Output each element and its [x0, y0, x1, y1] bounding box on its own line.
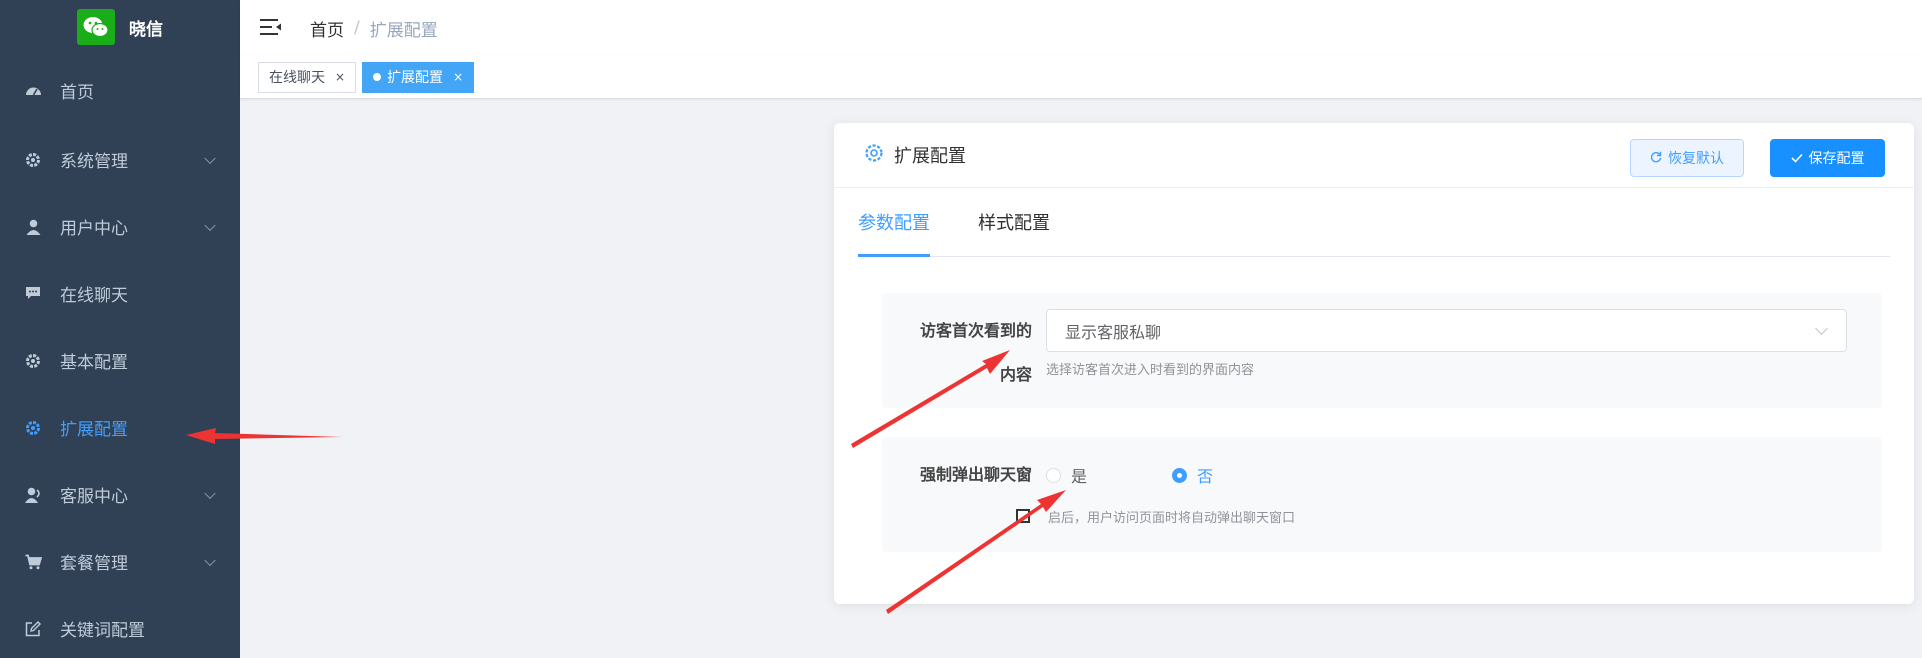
tab-params[interactable]: 参数配置	[858, 191, 930, 257]
hamburger-icon[interactable]	[260, 18, 284, 38]
sidebar-item-extended-config[interactable]: 扩展配置	[0, 394, 240, 461]
gear-icon	[24, 151, 42, 169]
save-config-button[interactable]: 保存配置	[1770, 139, 1885, 177]
reset-default-button[interactable]: 恢复默认	[1630, 139, 1744, 177]
sidebar-item-label: 关键词配置	[60, 621, 145, 641]
wechat-icon	[77, 9, 115, 45]
sidebar-item-system[interactable]: 系统管理	[0, 126, 240, 193]
first-view-panel: 访客首次看到的 内容 显示客服私聊 选择访客首次进入时看到的界面内容	[882, 293, 1882, 408]
first-view-hint: 选择访客首次进入时看到的界面内容	[1046, 363, 1255, 378]
chevron-down-icon	[204, 554, 216, 566]
radio-circle[interactable]	[1046, 467, 1061, 483]
save-config-label: 保存配置	[1808, 150, 1865, 166]
force-popup-hint: 启后，用户访问页面时将自动弹出聊天窗口	[1048, 511, 1296, 526]
card-header: 扩展配置 恢复默认 保存配置	[834, 123, 1914, 188]
sidebar-item-packages[interactable]: 套餐管理	[0, 528, 240, 595]
sidebar-item-label: 基本配置	[60, 353, 128, 373]
close-icon[interactable]: ×	[453, 70, 463, 84]
tags-view: 在线聊天 × 扩展配置 ×	[240, 56, 1922, 99]
breadcrumb-current: 扩展配置	[369, 20, 438, 41]
sidebar-item-users[interactable]: 用户中心	[0, 193, 240, 260]
tab-label: 参数配置	[858, 213, 930, 234]
chevron-down-icon	[204, 152, 216, 164]
sidebar-item-label: 系统管理	[60, 152, 128, 172]
sidebar-item-label: 用户中心	[60, 219, 128, 239]
first-view-select[interactable]: 显示客服私聊	[1046, 309, 1847, 352]
sidebar: 晓信 首页 系统管理 用户中心 在线聊天 基本配置 扩展配置 客服中心 套餐管理…	[0, 0, 240, 658]
sidebar-item-label: 扩展配置	[60, 420, 128, 440]
breadcrumb-separator: /	[354, 18, 360, 38]
sidebar-item-keywords[interactable]: 关键词配置	[0, 595, 240, 658]
tab-label: 样式配置	[978, 213, 1050, 234]
reset-default-label: 恢复默认	[1668, 150, 1724, 166]
gear-outline-icon	[864, 143, 884, 167]
tag-extended-config[interactable]: 扩展配置 ×	[362, 61, 475, 93]
sidebar-item-label: 套餐管理	[60, 554, 128, 574]
gear-icon	[24, 352, 42, 370]
top-navbar: 首页 / 扩展配置	[240, 0, 1922, 56]
sidebar-item-service-center[interactable]: 客服中心	[0, 461, 240, 528]
app-name: 晓信	[129, 19, 163, 40]
force-popup-radio-no[interactable]: 否	[1172, 463, 1213, 487]
refresh-icon	[1650, 150, 1662, 166]
chevron-down-icon	[1815, 322, 1828, 335]
radio-circle[interactable]	[1172, 467, 1187, 483]
radio-label: 是	[1071, 467, 1088, 486]
tag-label: 在线聊天	[269, 70, 325, 86]
app-logo[interactable]: 晓信	[0, 0, 240, 54]
force-popup-panel: 强制弹出聊天窗 是 否 启后，用户访问页面时将自动弹出聊天窗口	[882, 437, 1882, 552]
tag-online-chat[interactable]: 在线聊天 ×	[258, 61, 357, 93]
sidebar-item-label: 客服中心	[60, 487, 128, 507]
sidebar-item-chat[interactable]: 在线聊天	[0, 260, 240, 327]
card-title: 扩展配置	[894, 146, 966, 167]
overlay-square	[1016, 509, 1030, 523]
active-dot-icon	[373, 73, 382, 81]
tab-styles[interactable]: 样式配置	[978, 191, 1050, 257]
config-card: 扩展配置 恢复默认 保存配置 参数配置 样式配置 访客首次看到的 内容 显示客服…	[834, 123, 1914, 604]
edit-icon	[24, 620, 42, 638]
sidebar-item-home[interactable]: 首页	[0, 54, 240, 126]
dashboard-icon	[24, 81, 42, 99]
config-tabs: 参数配置 样式配置	[858, 191, 1890, 257]
first-view-label-line2: 内容	[999, 365, 1032, 384]
tab-active-indicator	[858, 254, 930, 257]
chevron-down-icon	[204, 219, 216, 231]
sidebar-item-label: 首页	[60, 82, 94, 103]
chat-icon	[24, 285, 42, 303]
close-icon[interactable]: ×	[335, 70, 345, 84]
check-icon	[1790, 150, 1803, 166]
first-view-label-line1: 访客首次看到的	[919, 321, 1032, 340]
user-icon	[24, 218, 42, 236]
force-popup-label: 强制弹出聊天窗	[919, 465, 1032, 484]
breadcrumb-home[interactable]: 首页	[310, 16, 344, 41]
agent-icon	[24, 486, 42, 504]
radio-label: 否	[1197, 467, 1214, 486]
breadcrumb: 首页 / 扩展配置	[310, 16, 438, 41]
tag-label: 扩展配置	[387, 70, 444, 86]
cart-icon	[24, 553, 42, 571]
sidebar-item-label: 在线聊天	[60, 286, 128, 306]
force-popup-radio-yes[interactable]: 是	[1046, 463, 1087, 487]
chevron-down-icon	[204, 487, 216, 499]
first-view-select-value: 显示客服私聊	[1065, 322, 1162, 342]
sidebar-item-basic-config[interactable]: 基本配置	[0, 327, 240, 394]
gear-icon	[24, 419, 42, 437]
